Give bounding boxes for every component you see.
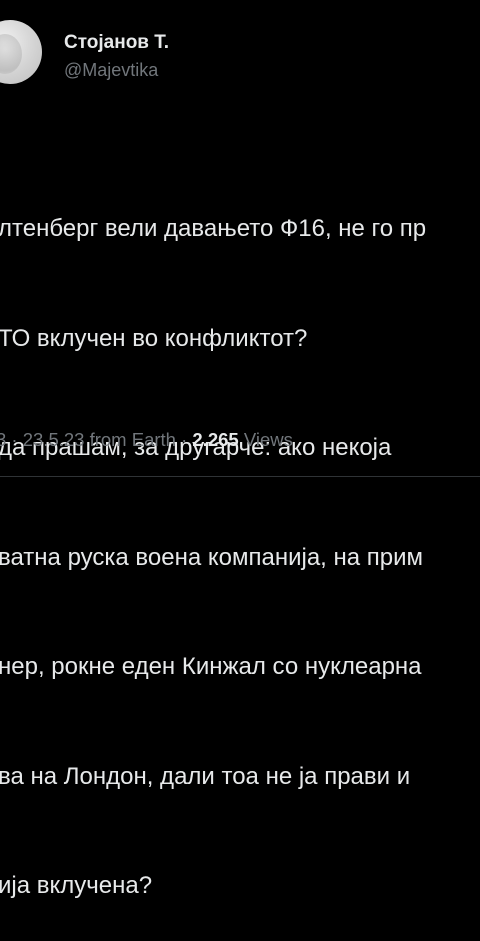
tweet-line: ија вклучена? xyxy=(0,872,153,899)
divider xyxy=(0,476,480,477)
avatar-shade xyxy=(0,34,22,74)
tweet-line: лтенберг вели давањето Ф16, не го пр xyxy=(0,215,427,242)
tweet-timestamp[interactable]: 3 · 23.5.23 from Earth · xyxy=(0,429,192,450)
views-count[interactable]: 2.265 xyxy=(192,429,238,450)
tweet-line: ТО вклучен во конфликтот? xyxy=(0,324,308,352)
author-name[interactable]: Стојанов Т. xyxy=(64,32,169,54)
tweet-line: ва на Лондон, дали тоа не ја прави и xyxy=(0,762,411,790)
author-handle[interactable]: @Majevtika xyxy=(64,60,158,81)
tweet-line: нер, рокне еден Кинжал со нуклеарна xyxy=(0,653,422,680)
tweet-text: лтенберг вели давањето Ф16, не го пр ТО … xyxy=(0,138,480,941)
tweet-line: ватна руска воена компанија, на прим xyxy=(0,543,424,571)
avatar[interactable] xyxy=(0,20,42,84)
tweet-meta: 3 · 23.5.23 from Earth · 2.265 Views xyxy=(0,429,293,451)
views-label: Views xyxy=(243,429,293,450)
